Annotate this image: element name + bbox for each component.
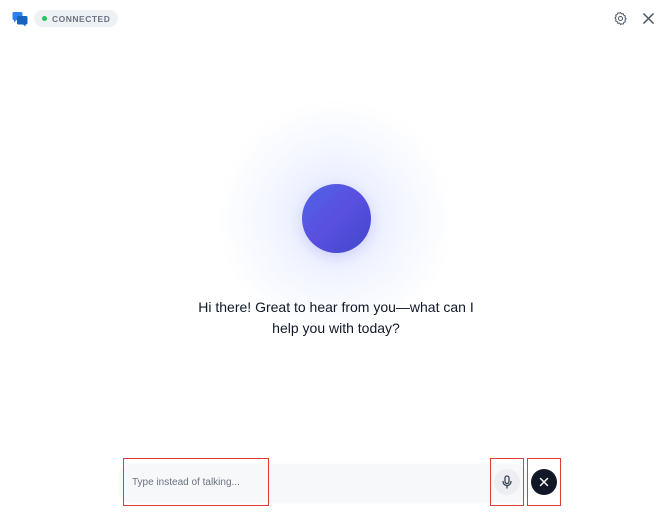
status-dot — [42, 16, 47, 21]
chat-bubbles-icon — [12, 12, 28, 27]
microphone-icon — [502, 475, 512, 489]
microphone-button[interactable] — [490, 458, 524, 506]
close-icon — [539, 477, 549, 487]
greeting-line-1: Hi there! Great to hear from you—what ca… — [198, 299, 474, 315]
end-session-button[interactable] — [527, 458, 561, 506]
voice-chat-window: CONNECTED Hi there! Great to hear from y… — [0, 0, 670, 512]
greeting-line-2: help you with today? — [272, 320, 400, 336]
connection-status-badge: CONNECTED — [34, 10, 119, 27]
assistant-greeting: Hi there! Great to hear from you—what ca… — [185, 297, 487, 339]
status-label: CONNECTED — [52, 13, 111, 24]
gear-icon[interactable] — [613, 11, 628, 26]
voice-orb — [302, 184, 371, 253]
end-session-button-circle[interactable] — [531, 469, 557, 495]
close-icon[interactable] — [642, 12, 655, 25]
message-input[interactable] — [123, 458, 269, 506]
microphone-button-circle[interactable] — [494, 469, 520, 495]
